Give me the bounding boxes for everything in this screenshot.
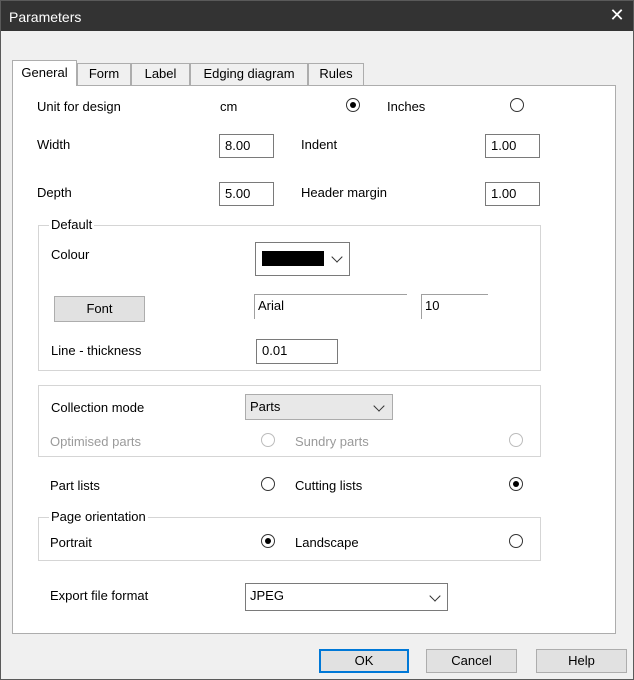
cutting-lists-label: Cutting lists bbox=[295, 478, 363, 493]
unit-cm-radio[interactable] bbox=[346, 98, 360, 112]
tab-label[interactable]: Label bbox=[131, 63, 190, 85]
tab-rules[interactable]: Rules bbox=[308, 63, 364, 85]
tab-general[interactable]: General bbox=[12, 60, 77, 86]
help-button[interactable]: Help bbox=[536, 649, 627, 673]
indent-field[interactable]: 1.00 bbox=[485, 134, 540, 158]
export-format-select[interactable]: JPEG bbox=[245, 583, 448, 611]
indent-label: Indent bbox=[301, 137, 338, 152]
unit-inches-radio[interactable] bbox=[510, 98, 524, 112]
line-thickness-label: Line - thickness bbox=[51, 343, 142, 358]
colour-swatch bbox=[262, 251, 324, 266]
colour-picker[interactable] bbox=[255, 242, 350, 276]
chevron-down-icon bbox=[373, 400, 385, 412]
collection-mode-select[interactable]: Parts bbox=[245, 394, 393, 420]
unit-cm-label: cm bbox=[220, 99, 238, 114]
export-format-value: JPEG bbox=[250, 588, 284, 603]
page-orientation-group: Page orientation bbox=[38, 509, 541, 561]
depth-field[interactable]: 5.00 bbox=[219, 182, 274, 206]
portrait-label: Portrait bbox=[50, 535, 92, 550]
font-name-value: Arial bbox=[258, 298, 285, 313]
ok-button[interactable]: OK bbox=[319, 649, 409, 673]
optimised-parts-label: Optimised parts bbox=[50, 434, 142, 449]
chevron-down-icon bbox=[429, 590, 441, 602]
unit-label: Unit for design bbox=[37, 99, 121, 114]
colour-label: Colour bbox=[51, 247, 90, 262]
landscape-label: Landscape bbox=[295, 535, 359, 550]
optimised-parts-radio[interactable] bbox=[261, 433, 275, 447]
sundry-parts-label: Sundry parts bbox=[295, 434, 369, 449]
font-size-value: 10 bbox=[425, 298, 440, 313]
export-format-label: Export file format bbox=[50, 588, 149, 603]
chevron-down-icon bbox=[331, 251, 343, 263]
cutting-lists-radio[interactable] bbox=[509, 477, 523, 491]
default-group-legend: Default bbox=[49, 217, 95, 232]
cancel-button[interactable]: Cancel bbox=[426, 649, 517, 673]
tab-edging-diagram[interactable]: Edging diagram bbox=[190, 63, 308, 85]
parameters-dialog: Parameters ✕ General Form Label Edging d… bbox=[0, 0, 634, 680]
line-thickness-field[interactable]: 0.01 bbox=[256, 339, 338, 364]
header-margin-label: Header margin bbox=[301, 185, 387, 200]
collection-mode-value: Parts bbox=[250, 399, 281, 414]
title-bar: Parameters ✕ bbox=[1, 1, 633, 31]
part-lists-radio[interactable] bbox=[261, 477, 275, 491]
tab-form[interactable]: Form bbox=[77, 63, 131, 85]
width-field[interactable]: 8.00 bbox=[219, 134, 274, 158]
landscape-radio[interactable] bbox=[509, 534, 523, 548]
part-lists-label: Part lists bbox=[50, 478, 100, 493]
font-name-field[interactable]: Arial bbox=[254, 294, 407, 319]
collection-mode-label: Collection mode bbox=[51, 400, 145, 415]
width-label: Width bbox=[37, 137, 71, 152]
dialog-title: Parameters bbox=[9, 9, 82, 25]
unit-inches-label: Inches bbox=[387, 99, 426, 114]
header-margin-field[interactable]: 1.00 bbox=[485, 182, 540, 206]
portrait-radio[interactable] bbox=[261, 534, 275, 548]
font-button[interactable]: Font bbox=[54, 296, 145, 322]
page-orientation-legend: Page orientation bbox=[49, 509, 148, 524]
general-panel: Unit for design cm Inches Width 8.00 Ind… bbox=[12, 85, 616, 634]
font-size-field[interactable]: 10 bbox=[421, 294, 488, 319]
sundry-parts-radio[interactable] bbox=[509, 433, 523, 447]
depth-label: Depth bbox=[37, 185, 72, 200]
close-icon[interactable]: ✕ bbox=[607, 5, 627, 25]
